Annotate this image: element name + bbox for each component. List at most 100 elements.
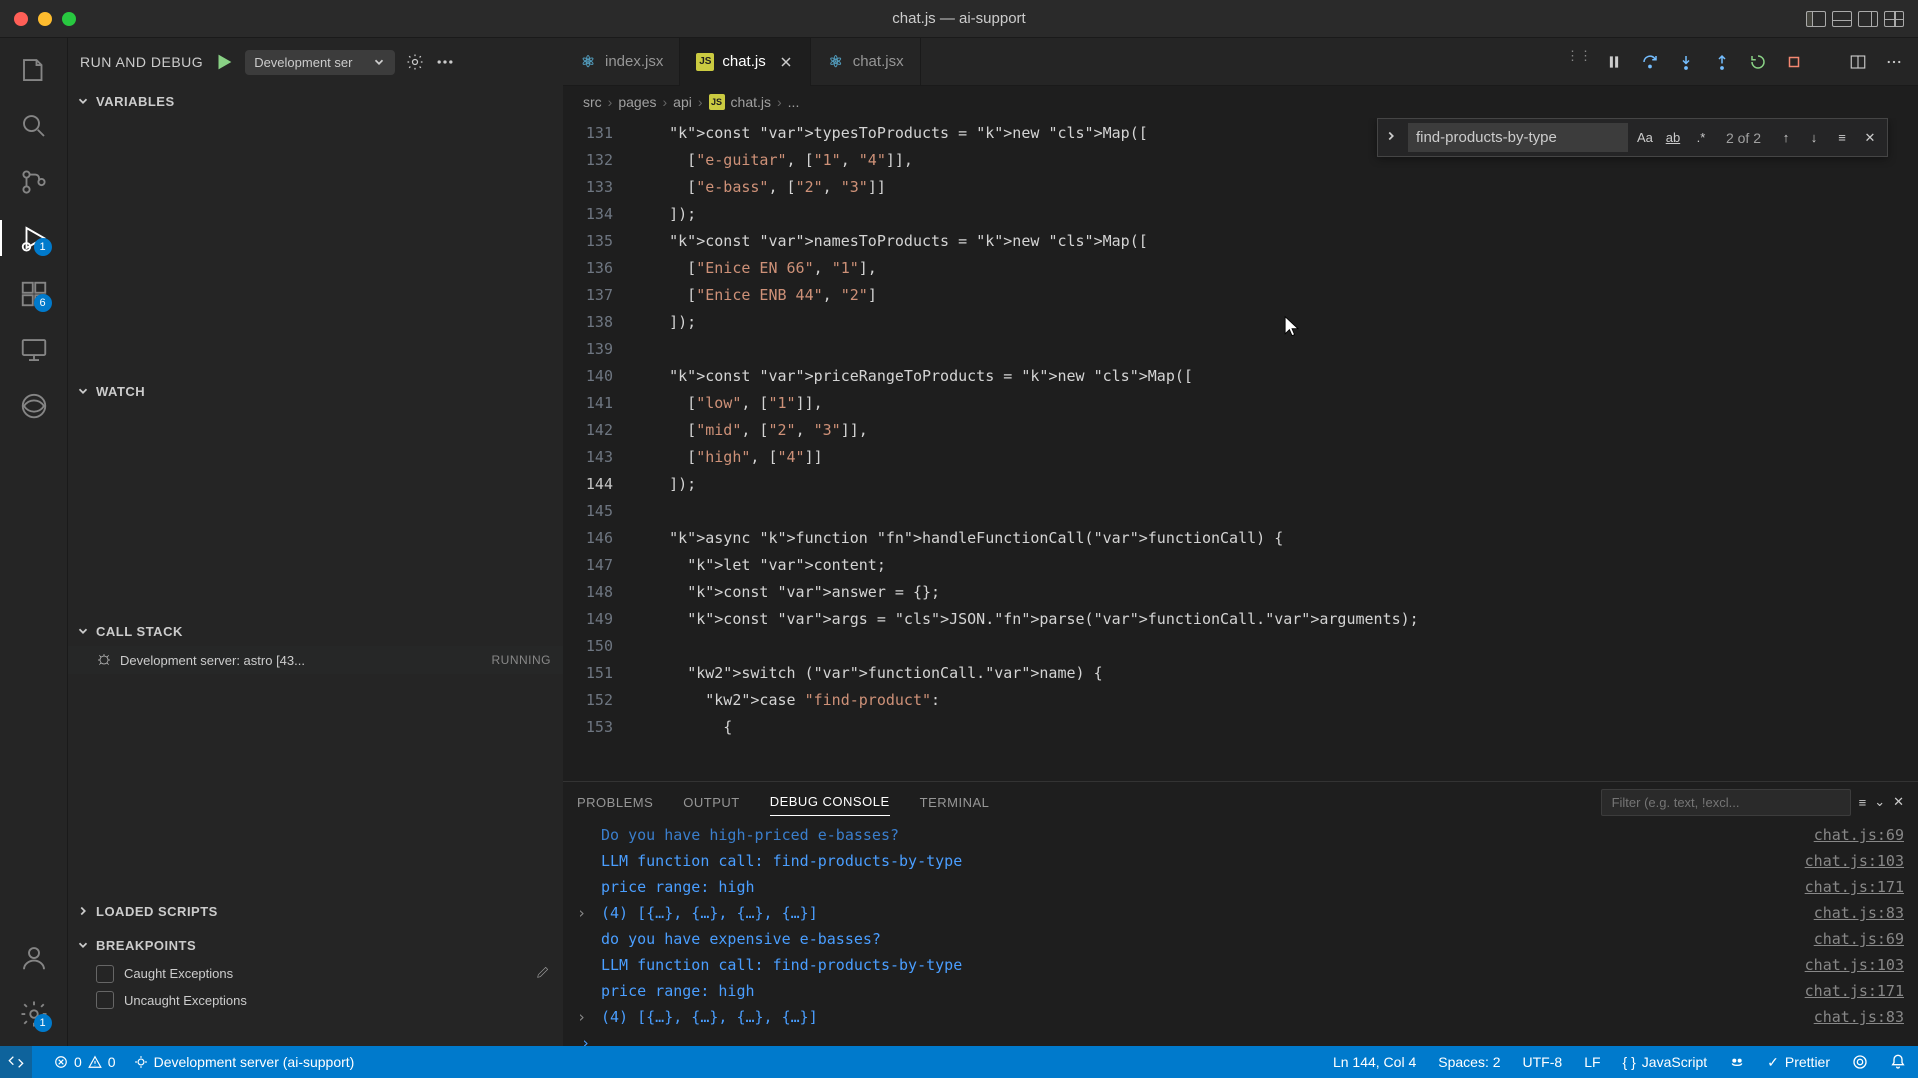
settings-badge: 1 <box>34 1014 52 1032</box>
copilot-status[interactable] <box>1729 1054 1745 1070</box>
code-content[interactable]: "k">const "var">typesToProducts = "k">ne… <box>633 118 1918 781</box>
close-tab-icon[interactable] <box>778 54 794 70</box>
breakpoints-label: BREAKPOINTS <box>96 938 196 953</box>
search-icon[interactable] <box>18 110 50 142</box>
breadcrumb-segment[interactable]: ... <box>788 94 800 110</box>
code-editor[interactable]: Aa ab .* 2 of 2 ↑ ↓ ≡ ✕ 1311321331341351… <box>563 118 1918 781</box>
watch-section-header[interactable]: WATCH <box>68 376 563 406</box>
more-actions-icon[interactable] <box>1880 48 1908 76</box>
breakpoint-caught[interactable]: Caught Exceptions <box>68 960 563 987</box>
prettier-status[interactable]: ✓ Prettier <box>1767 1054 1830 1071</box>
breadcrumb-segment[interactable]: api <box>673 94 692 110</box>
edit-icon[interactable] <box>535 964 551 983</box>
tab-chat-js[interactable]: JS chat.js <box>680 38 810 86</box>
mouse-cursor <box>1283 315 1301 339</box>
notifications-icon[interactable] <box>1890 1054 1906 1070</box>
bottom-panel: PROBLEMS OUTPUT DEBUG CONSOLE TERMINAL ≡… <box>563 781 1918 1046</box>
encoding-status[interactable]: UTF-8 <box>1523 1054 1563 1070</box>
restart-icon[interactable] <box>1744 48 1772 76</box>
cursor-position-status[interactable]: Ln 144, Col 4 <box>1333 1054 1416 1070</box>
regex-icon[interactable]: .* <box>1690 127 1712 149</box>
close-window-button[interactable] <box>14 12 28 26</box>
debug-config-select[interactable]: Development ser <box>245 50 395 75</box>
language-status[interactable]: { } JavaScript <box>1623 1054 1708 1070</box>
loaded-scripts-section-header[interactable]: LOADED SCRIPTS <box>68 896 563 926</box>
debug-target-status[interactable]: Development server (ai-support) <box>134 1054 355 1070</box>
prev-match-icon[interactable]: ↑ <box>1775 127 1797 149</box>
breakpoint-uncaught[interactable]: Uncaught Exceptions <box>68 987 563 1013</box>
find-input[interactable] <box>1408 123 1628 152</box>
debug-console[interactable]: Do you have high-priced e-basses?chat.js… <box>563 822 1918 1046</box>
find-widget: Aa ab .* 2 of 2 ↑ ↓ ≡ ✕ <box>1377 118 1888 157</box>
breakpoints-section-header[interactable]: BREAKPOINTS <box>68 930 563 960</box>
customize-layout-icon[interactable] <box>1884 11 1904 27</box>
panel-tab-debug-console[interactable]: DEBUG CONSOLE <box>770 788 890 816</box>
match-case-icon[interactable]: Aa <box>1634 127 1656 149</box>
checkbox[interactable] <box>96 991 114 1009</box>
chevron-right-icon <box>76 904 90 918</box>
panel-tab-terminal[interactable]: TERMINAL <box>920 789 990 816</box>
debug-sidebar: RUN AND DEBUG Development ser VARIABLES <box>68 38 563 1046</box>
breadcrumb-segment[interactable]: chat.js <box>731 94 771 110</box>
toggle-secondary-sidebar-icon[interactable] <box>1858 11 1878 27</box>
accounts-icon[interactable] <box>18 942 50 974</box>
callstack-name: Development server: astro [43... <box>120 653 484 668</box>
find-in-selection-icon[interactable]: ≡ <box>1831 127 1853 149</box>
match-word-icon[interactable]: ab <box>1662 127 1684 149</box>
extensions-icon[interactable]: 6 <box>18 278 50 310</box>
debug-settings-icon[interactable] <box>405 52 425 72</box>
step-over-icon[interactable] <box>1636 48 1664 76</box>
toggle-panel-icon[interactable] <box>1832 11 1852 27</box>
breadcrumb-segment[interactable]: pages <box>618 94 656 110</box>
start-debug-button[interactable] <box>213 51 235 73</box>
window-controls <box>0 12 76 26</box>
step-into-icon[interactable] <box>1672 48 1700 76</box>
run-debug-icon[interactable]: 1 <box>18 222 50 254</box>
minimize-window-button[interactable] <box>38 12 52 26</box>
titlebar: chat.js — ai-support <box>0 0 1918 38</box>
clear-console-icon[interactable]: ≡ <box>1859 795 1867 810</box>
callstack-item[interactable]: Development server: astro [43... RUNNING <box>68 646 563 674</box>
chevron-down-icon <box>76 938 90 952</box>
panel-tab-problems[interactable]: PROBLEMS <box>577 789 653 816</box>
breadcrumb[interactable]: src› pages› api› JS chat.js› ... <box>563 86 1918 118</box>
line-numbers: 1311321331341351361371381391401411421431… <box>563 118 633 781</box>
edge-tools-icon[interactable] <box>18 390 50 422</box>
breadcrumb-segment[interactable]: src <box>583 94 602 110</box>
drag-handle-icon[interactable]: ⋮⋮ <box>1566 48 1592 76</box>
maximize-window-button[interactable] <box>62 12 76 26</box>
toggle-primary-sidebar-icon[interactable] <box>1806 11 1826 27</box>
stop-icon[interactable] <box>1780 48 1808 76</box>
chevron-right-icon[interactable] <box>1384 129 1402 146</box>
panel-tab-output[interactable]: OUTPUT <box>683 789 739 816</box>
bug-icon <box>96 652 112 668</box>
remote-button[interactable] <box>0 1046 32 1078</box>
errors-status[interactable]: 0 0 <box>54 1054 116 1070</box>
checkbox[interactable] <box>96 965 114 983</box>
eol-status[interactable]: LF <box>1584 1054 1600 1070</box>
settings-gear-icon[interactable]: 1 <box>18 998 50 1030</box>
window-title: chat.js — ai-support <box>892 10 1025 27</box>
close-find-icon[interactable]: ✕ <box>1859 127 1881 149</box>
react-icon: ⚛ <box>579 53 597 71</box>
debug-badge: 1 <box>34 238 52 256</box>
more-actions-icon[interactable] <box>435 52 455 72</box>
callstack-section-header[interactable]: CALL STACK <box>68 616 563 646</box>
pause-icon[interactable] <box>1600 48 1628 76</box>
variables-label: VARIABLES <box>96 94 175 109</box>
indentation-status[interactable]: Spaces: 2 <box>1438 1054 1500 1070</box>
tab-chat-jsx[interactable]: ⚛ chat.jsx <box>811 38 921 86</box>
explorer-icon[interactable] <box>18 54 50 86</box>
step-out-icon[interactable] <box>1708 48 1736 76</box>
feedback-icon[interactable] <box>1852 1054 1868 1070</box>
source-control-icon[interactable] <box>18 166 50 198</box>
tab-index-jsx[interactable]: ⚛ index.jsx <box>563 38 680 86</box>
remote-explorer-icon[interactable] <box>18 334 50 366</box>
next-match-icon[interactable]: ↓ <box>1803 127 1825 149</box>
collapse-panel-icon[interactable]: ⌄ <box>1874 794 1885 810</box>
close-panel-icon[interactable]: ✕ <box>1893 794 1904 810</box>
split-editor-icon[interactable] <box>1844 48 1872 76</box>
console-filter-input[interactable] <box>1601 789 1851 816</box>
chevron-down-icon <box>76 94 90 108</box>
variables-section-header[interactable]: VARIABLES <box>68 86 563 116</box>
